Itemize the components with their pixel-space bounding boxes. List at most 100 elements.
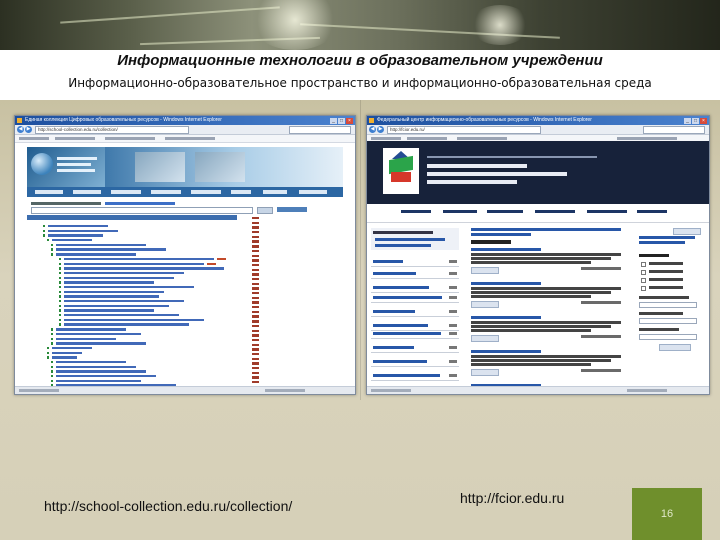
download-button xyxy=(471,267,499,274)
download-button xyxy=(471,301,499,308)
catalog-count xyxy=(449,286,457,289)
browser-toolbar xyxy=(15,135,355,143)
filter-label xyxy=(649,262,683,265)
go-button xyxy=(673,228,701,235)
fcior-screenshot: Федеральный центр информационно-образова… xyxy=(366,115,710,395)
catalog-header-bar xyxy=(27,215,237,220)
catalog-title xyxy=(373,231,433,234)
resource-desc xyxy=(471,261,591,264)
resource-desc xyxy=(471,359,611,362)
url-field: http://school-collection.edu.ru/collecti… xyxy=(35,126,189,134)
divider xyxy=(371,302,459,303)
filter-checkbox xyxy=(641,278,646,283)
resource-desc xyxy=(471,253,621,256)
resource-desc xyxy=(471,355,621,358)
slide-subtitle: Информационно-образовательное пространст… xyxy=(68,76,652,90)
catalog-count xyxy=(449,332,457,335)
resource-desc xyxy=(471,291,611,294)
catalog-link xyxy=(375,238,445,241)
address-bar: ◀ ▶ http://school-collection.edu.ru/coll… xyxy=(15,125,355,135)
catalog-link xyxy=(373,360,427,363)
catalog-count xyxy=(449,310,457,313)
catalog-counts xyxy=(245,216,259,394)
maximize-icon: □ xyxy=(338,118,345,124)
filter-title xyxy=(639,254,669,257)
filter-field xyxy=(639,334,697,340)
divider xyxy=(371,292,459,293)
catalog-link xyxy=(373,346,414,349)
site-logo xyxy=(27,147,105,187)
catalog-link xyxy=(373,296,442,299)
site-main-menu xyxy=(27,187,343,197)
section-title xyxy=(471,240,511,244)
page-number: 16 xyxy=(632,488,702,540)
catalog-link xyxy=(373,272,416,275)
forward-icon: ▶ xyxy=(377,126,384,133)
catalog-link xyxy=(373,332,441,335)
window-title: Федеральный центр информационно-образова… xyxy=(377,117,592,123)
divider xyxy=(371,380,459,381)
site-main-menu xyxy=(367,204,709,223)
filter-checkbox xyxy=(641,262,646,267)
maximize-icon: □ xyxy=(692,118,699,124)
divider xyxy=(371,330,459,331)
school-collection-screenshot: Единая коллекция Цифровых образовательны… xyxy=(14,115,356,395)
resource-date xyxy=(581,369,621,372)
divider xyxy=(371,278,459,279)
catalog-count xyxy=(449,296,457,299)
left-caption-url[interactable]: http://school-collection.edu.ru/collecti… xyxy=(44,498,292,514)
browser-titlebar: Федеральный центр информационно-образова… xyxy=(367,116,709,125)
window-title: Единая коллекция Цифровых образовательны… xyxy=(25,117,222,123)
field-label xyxy=(639,312,683,315)
filter-field xyxy=(639,302,697,308)
right-caption-url[interactable]: http://fcior.edu.ru xyxy=(460,490,564,506)
catalog-count xyxy=(449,324,457,327)
catalog-count xyxy=(449,374,457,377)
catalog-link xyxy=(373,286,429,289)
catalog-link xyxy=(373,310,415,313)
address-bar: ◀ ▶ http://fcior.edu.ru/ xyxy=(367,125,709,135)
catalog-link xyxy=(373,324,428,327)
catalog-link xyxy=(373,374,440,377)
catalog-tree xyxy=(39,224,259,394)
window-controls: _ □ × xyxy=(683,117,707,125)
advanced-search-link xyxy=(639,236,695,239)
resource-date xyxy=(581,301,621,304)
resource-desc xyxy=(471,329,591,332)
window-controls: _ □ × xyxy=(329,117,353,125)
filter-checkbox xyxy=(641,286,646,291)
download-button xyxy=(471,369,499,376)
resource-desc xyxy=(471,321,621,324)
catalog-count xyxy=(449,272,457,275)
catalog-link xyxy=(375,244,431,247)
resource-desc xyxy=(471,257,611,260)
resource-desc xyxy=(471,287,621,290)
catalog-count xyxy=(449,260,457,263)
site-search xyxy=(27,200,343,214)
divider xyxy=(371,352,459,353)
field-label xyxy=(639,328,679,331)
resource-desc xyxy=(471,363,591,366)
close-icon: × xyxy=(346,118,353,124)
browser-icon xyxy=(17,118,22,123)
filter-checkbox xyxy=(641,270,646,275)
slide-title: Информационные технологии в образователь… xyxy=(117,52,603,69)
browser-titlebar: Единая коллекция Цифровых образовательны… xyxy=(15,116,355,125)
divider xyxy=(371,266,459,267)
header-decoration xyxy=(0,0,720,50)
filter-label xyxy=(649,270,683,273)
minimize-icon: _ xyxy=(684,118,691,124)
filter-label xyxy=(649,278,683,281)
minimize-icon: _ xyxy=(330,118,337,124)
resource-date xyxy=(581,335,621,338)
browser-icon xyxy=(369,118,374,123)
back-icon: ◀ xyxy=(17,126,24,133)
close-icon: × xyxy=(700,118,707,124)
divider xyxy=(371,338,459,339)
resource-desc xyxy=(471,295,591,298)
forward-icon: ▶ xyxy=(25,126,32,133)
search-button xyxy=(659,344,691,351)
divider xyxy=(371,366,459,367)
browser-search-box xyxy=(643,126,705,134)
catalog-count xyxy=(449,360,457,363)
